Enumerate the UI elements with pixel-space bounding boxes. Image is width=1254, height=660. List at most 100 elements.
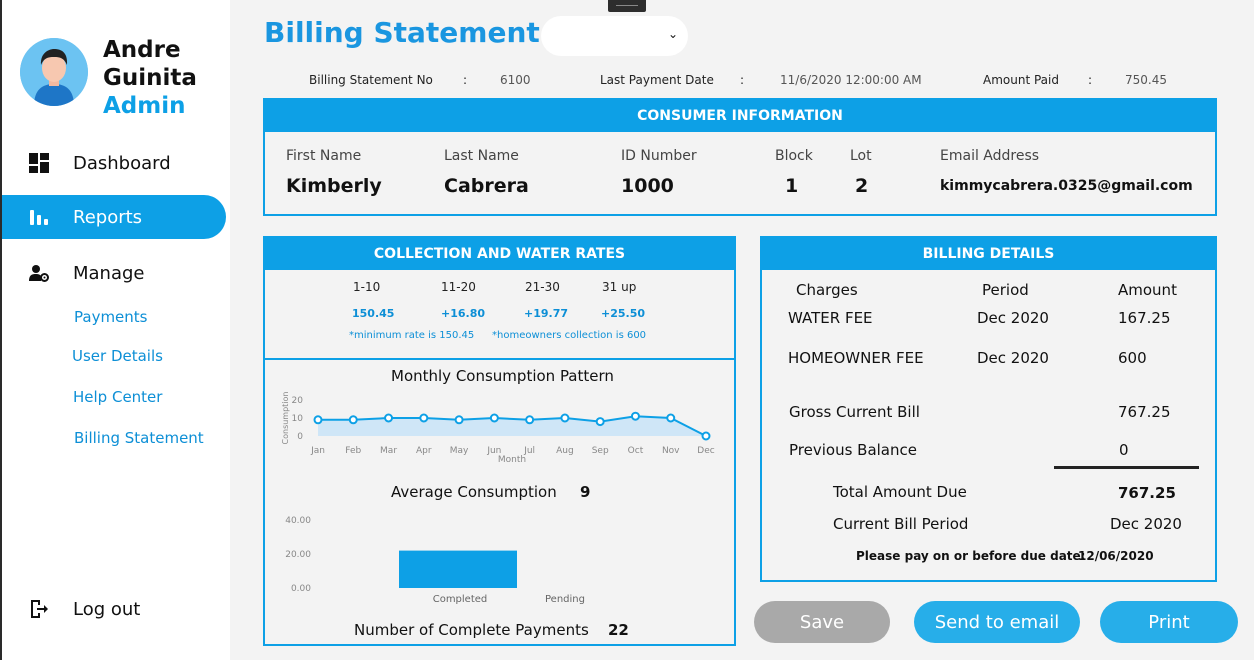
x-tick-label: Completed bbox=[433, 594, 488, 605]
due-date-value: 12/06/2020 bbox=[1078, 549, 1154, 563]
divider bbox=[265, 358, 734, 360]
line-chart-title: Monthly Consumption Pattern bbox=[391, 367, 614, 385]
avg-consumption-value: 9 bbox=[580, 483, 591, 501]
last-name-value: Cabrera bbox=[444, 175, 529, 197]
consumer-info-title: CONSUMER INFORMATION bbox=[265, 100, 1215, 132]
last-name-label: Last Name bbox=[444, 148, 519, 164]
x-axis-label: Month bbox=[498, 455, 526, 465]
data-point bbox=[313, 415, 323, 425]
consumption-line-chart: 01020ConsumptionJan Feb Mar Apr May Jun Jul Aug… bbox=[281, 392, 715, 465]
y-tick-label: 10 bbox=[292, 414, 304, 424]
x-tick-label: Apr bbox=[416, 446, 432, 456]
gross-bill-amount: 767.25 bbox=[1118, 403, 1171, 421]
nav-dashboard-label: Dashboard bbox=[73, 152, 171, 174]
rates-panel: COLLECTION AND WATER RATES 1-10 11-20 21… bbox=[263, 236, 736, 646]
hoa-fee-period: Dec 2020 bbox=[977, 349, 1049, 367]
email-label: Email Address bbox=[940, 148, 1040, 164]
send-to-email-button[interactable]: Send to email bbox=[914, 601, 1080, 643]
min-rate-note: *minimum rate is 150.45 bbox=[349, 330, 475, 341]
nav-logout-label: Log out bbox=[73, 598, 141, 620]
first-name-label: First Name bbox=[286, 148, 362, 164]
email-value: kimmycabrera.0325@gmail.com bbox=[940, 178, 1193, 194]
y-tick-label: 0 bbox=[297, 432, 303, 442]
rates-title: COLLECTION AND WATER RATES bbox=[265, 238, 734, 270]
y-tick-label: 20.00 bbox=[285, 550, 311, 560]
previous-balance-label: Previous Balance bbox=[789, 441, 917, 459]
hoa-fee-label: HOMEOWNER FEE bbox=[788, 349, 924, 367]
col-charges: Charges bbox=[796, 281, 858, 299]
avg-consumption-label: Average Consumption bbox=[391, 483, 557, 501]
nav-reports-label: Reports bbox=[73, 206, 143, 228]
nav-logout[interactable]: Log out bbox=[2, 587, 226, 631]
lot-value: 2 bbox=[855, 175, 869, 197]
user-role: Admin bbox=[103, 93, 186, 119]
nav-billing-statement[interactable]: Billing Statement bbox=[74, 429, 204, 447]
x-tick-label: Mar bbox=[380, 446, 397, 456]
billing-details-panel: BILLING DETAILS Charges Period Amount WA… bbox=[760, 236, 1217, 582]
data-point bbox=[560, 413, 570, 423]
data-point bbox=[701, 431, 711, 441]
print-button[interactable]: Print bbox=[1100, 601, 1238, 643]
data-point bbox=[595, 417, 605, 427]
nav-dashboard[interactable]: Dashboard bbox=[2, 141, 226, 185]
nav-user-details[interactable]: User Details bbox=[72, 347, 163, 365]
x-tick-label: Jan bbox=[310, 446, 325, 456]
logout-icon bbox=[28, 598, 50, 620]
col-amount: Amount bbox=[1118, 281, 1177, 299]
water-fee-label: WATER FEE bbox=[788, 309, 873, 327]
data-point bbox=[489, 413, 499, 423]
nav-manage[interactable]: Manage bbox=[2, 251, 226, 295]
user-settings-icon bbox=[28, 262, 50, 284]
payments-bar-chart: 0.00 20.00 40.00 Completed Pending bbox=[285, 516, 585, 605]
billing-details-title: BILLING DETAILS bbox=[762, 238, 1215, 270]
due-date-label: Please pay on or before due date: bbox=[856, 549, 1086, 563]
nav-payments[interactable]: Payments bbox=[74, 308, 147, 326]
data-point bbox=[348, 415, 358, 425]
nav-help-center[interactable]: Help Center bbox=[73, 388, 162, 406]
col-period: Period bbox=[982, 281, 1029, 299]
total-due-label: Total Amount Due bbox=[833, 483, 967, 501]
y-tick-label: 20 bbox=[292, 396, 304, 406]
meta-separator: : bbox=[740, 73, 745, 87]
water-fee-amount: 167.25 bbox=[1118, 309, 1171, 327]
hoa-fee-amount: 600 bbox=[1118, 349, 1147, 367]
save-button[interactable]: Save bbox=[754, 601, 890, 643]
page-title: Billing Statement bbox=[264, 16, 540, 49]
statement-select[interactable]: ⌄ bbox=[541, 16, 688, 56]
bar bbox=[399, 550, 517, 588]
rate-range: 11-20 bbox=[441, 280, 476, 294]
rate-range: 21-30 bbox=[525, 280, 560, 294]
user-first-name: Andre bbox=[103, 37, 181, 63]
y-tick-label: 0.00 bbox=[291, 584, 311, 594]
complete-payments-value: 22 bbox=[608, 621, 629, 639]
x-tick-label: Pending bbox=[545, 594, 585, 605]
reports-icon bbox=[28, 206, 50, 228]
last-payment-label: Last Payment Date bbox=[600, 73, 714, 87]
statement-no-value: 6100 bbox=[500, 73, 531, 87]
gross-bill-label: Gross Current Bill bbox=[789, 403, 920, 421]
hoa-collection-note: *homeowners collection is 600 bbox=[492, 330, 647, 341]
y-axis-label: Consumption bbox=[281, 392, 290, 445]
rate-range: 31 up bbox=[602, 280, 637, 294]
last-payment-value: 11/6/2020 12:00:00 AM bbox=[780, 73, 922, 87]
x-tick-label: Nov bbox=[662, 446, 680, 456]
lot-label: Lot bbox=[850, 148, 872, 164]
meta-separator: : bbox=[1088, 73, 1093, 87]
id-number-label: ID Number bbox=[621, 148, 697, 164]
first-name-value: Kimberly bbox=[286, 175, 382, 197]
consumer-info-panel: CONSUMER INFORMATION First Name Kimberly… bbox=[263, 98, 1217, 216]
water-fee-period: Dec 2020 bbox=[977, 309, 1049, 327]
data-point bbox=[419, 413, 429, 423]
x-tick-label: Feb bbox=[345, 446, 361, 456]
data-point bbox=[454, 415, 464, 425]
rate-value: +16.80 bbox=[441, 307, 486, 320]
statement-no-label: Billing Statement No bbox=[309, 73, 433, 87]
block-label: Block bbox=[775, 148, 813, 164]
total-due-amount: 767.25 bbox=[1118, 484, 1176, 502]
block-value: 1 bbox=[785, 175, 799, 197]
y-tick-label: 40.00 bbox=[285, 516, 311, 526]
user-avatar-icon bbox=[20, 38, 88, 106]
nav-reports[interactable]: Reports bbox=[2, 195, 226, 239]
window-handle[interactable] bbox=[608, 0, 646, 12]
data-point bbox=[525, 415, 535, 425]
